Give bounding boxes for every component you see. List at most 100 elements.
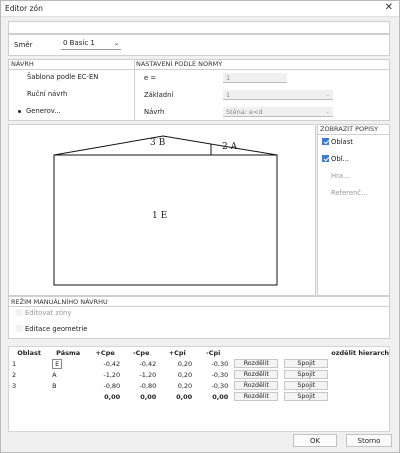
cell-cpi-plus[interactable]: 0,20 xyxy=(159,380,195,391)
radio-label: Ruční návrh xyxy=(27,90,68,98)
zone-label-b: 3 B xyxy=(150,138,166,148)
field-basic-label: Základní xyxy=(144,91,174,99)
cell-hierarchy xyxy=(331,358,389,369)
cell-cpe-plus[interactable]: -1,20 xyxy=(87,369,123,380)
cell-cpe-plus[interactable]: -0,42 xyxy=(87,358,123,369)
split-button[interactable]: Rozdělit xyxy=(234,381,279,390)
split-button[interactable]: Rozdělit xyxy=(234,392,279,401)
roof-line xyxy=(53,135,278,156)
checkbox-edit-zones[interactable]: Editovat zóny xyxy=(16,309,71,317)
cell-cpe-plus[interactable]: -0,80 xyxy=(87,380,123,391)
radio-label: Šablona podle EC-EN xyxy=(27,73,99,81)
cell-hierarchy xyxy=(331,391,389,402)
norm-header: NASTAVENÍ PODLE NORMY xyxy=(136,60,223,68)
cell-merge: Spojit xyxy=(281,358,331,369)
cell-split: Rozdělit xyxy=(231,391,281,402)
cell-merge: Spojit xyxy=(281,369,331,380)
col-header-cpi-minus[interactable]: -Cpi xyxy=(195,347,231,358)
radio-template-ec[interactable]: Šablona podle EC-EN xyxy=(17,73,98,81)
cell-cpi-minus[interactable]: -0,30 xyxy=(195,358,231,369)
checkbox-unchecked xyxy=(16,325,23,332)
radio-dot xyxy=(17,74,23,80)
cell-merge: Spojit xyxy=(281,380,331,391)
col-header-split[interactable] xyxy=(231,347,281,358)
total-cpi-minus: 0,00 xyxy=(212,392,229,401)
col-header-oblast[interactable]: Oblast xyxy=(9,347,49,358)
merge-button[interactable]: Spojit xyxy=(284,381,329,390)
cancel-button[interactable]: Storno xyxy=(346,434,392,447)
direction-label: Směr xyxy=(14,41,33,49)
col-header-cpe-minus[interactable]: -Cpe xyxy=(123,347,159,358)
field-design-label: Návrh xyxy=(144,108,165,116)
cell-empty xyxy=(9,391,49,402)
field-e-input[interactable]: 1 xyxy=(223,73,287,83)
checkbox-oblast[interactable]: Oblast xyxy=(322,138,353,146)
field-design-select[interactable]: Stěna: e<d ⌄ xyxy=(223,107,333,117)
cell-pasmo[interactable]: E xyxy=(49,358,87,369)
ok-button[interactable]: OK xyxy=(293,434,337,447)
checkbox-hra[interactable]: Hra... xyxy=(322,172,350,180)
merge-button[interactable]: Spojit xyxy=(284,370,329,379)
table-row[interactable]: 1 E -0,42 -0,42 0,20 -0,30 Rozdělit Spoj… xyxy=(9,358,389,369)
field-e-label: e = xyxy=(144,74,157,82)
col-header-pasma[interactable]: Pásma xyxy=(49,347,87,358)
cell-pasmo-editor[interactable]: E xyxy=(52,358,63,369)
merge-button[interactable]: Spojit xyxy=(284,392,329,401)
checkbox-obl[interactable]: Obl... xyxy=(322,155,349,163)
cell-split: Rozdělit xyxy=(231,369,281,380)
radio-manual-design[interactable]: Ruční návrh xyxy=(17,90,67,98)
checkbox-label: Hra... xyxy=(331,172,350,180)
zone-editor-window: Editor zón ✕ Směr 0 Basic 1 ⌄ NÁVRH NAST… xyxy=(0,0,400,453)
manual-header: REŽIM MANUÁLNÍHO NÁVRHU xyxy=(11,298,108,306)
split-button[interactable]: Rozdělit xyxy=(234,370,279,379)
cell-cpi-plus[interactable]: 0,20 xyxy=(159,369,195,380)
close-icon[interactable]: ✕ xyxy=(385,2,393,13)
checkbox-unchecked xyxy=(16,309,23,316)
col-header-hierarchy[interactable]: ozdělit hierarch xyxy=(331,347,389,358)
cell-cpe-minus[interactable]: -1,20 xyxy=(123,369,159,380)
field-design-value: Stěna: e<d xyxy=(226,108,263,116)
chevron-down-icon: ⌄ xyxy=(113,40,119,47)
divider xyxy=(9,306,389,307)
table-totals-row: 0,00 0,00 0,00 0,00 Rozdělit Spojit xyxy=(9,391,389,402)
col-header-cpi-plus[interactable]: +Cpi xyxy=(159,347,195,358)
zone-label-a: 2 A xyxy=(222,142,238,152)
checkbox-edit-geometry[interactable]: Editace geometrie xyxy=(16,325,87,333)
col-header-cpe-plus[interactable]: +Cpe xyxy=(87,347,123,358)
total-cpi-plus: 0,00 xyxy=(176,392,193,401)
checkbox-label: Oblast xyxy=(331,138,353,146)
checkbox-label: Editace geometrie xyxy=(25,325,88,333)
field-basic-select[interactable]: 1 ⌄ xyxy=(223,90,333,100)
cell-pasmo[interactable]: B xyxy=(49,380,87,391)
checkbox-unchecked xyxy=(322,189,329,196)
divider xyxy=(9,69,389,70)
checkbox-checked xyxy=(322,138,329,145)
cell-cpi-plus[interactable]: 0,20 xyxy=(159,358,195,369)
radio-generate[interactable]: Generov... xyxy=(17,107,61,115)
direction-select[interactable]: 0 Basic 1 ⌄ xyxy=(61,38,121,50)
merge-button[interactable]: Spojit xyxy=(284,359,329,368)
cell-cpi-minus[interactable]: -0,30 xyxy=(195,380,231,391)
cell-hierarchy xyxy=(331,369,389,380)
split-button[interactable]: Rozdělit xyxy=(234,359,279,368)
zone-drawing xyxy=(53,135,278,286)
total-cpe-plus: 0,00 xyxy=(104,392,121,401)
table-row[interactable]: 3 B -0,80 -0,80 0,20 -0,30 Rozdělit Spoj… xyxy=(9,380,389,391)
zone-drawing-panel[interactable]: 3 B 2 A 1 E xyxy=(8,124,316,296)
chevron-down-icon: ⌄ xyxy=(325,109,330,115)
cell-cpi-minus[interactable]: -0,30 xyxy=(195,369,231,380)
col-header-merge[interactable] xyxy=(281,347,331,358)
show-labels-panel xyxy=(317,124,390,296)
zones-table: Oblast Pásma +Cpe -Cpe +Cpi -Cpi ozdělit… xyxy=(8,346,390,432)
checkbox-checked xyxy=(322,155,329,162)
checkbox-reference[interactable]: Referenč... xyxy=(322,189,368,197)
cell-pasmo[interactable]: A xyxy=(49,369,87,380)
table-row[interactable]: 2 A -1,20 -1,20 0,20 -0,30 Rozdělit Spoj… xyxy=(9,369,389,380)
title-bar: Editor zón ✕ xyxy=(1,1,399,17)
cell-cpe-minus[interactable]: -0,42 xyxy=(123,358,159,369)
cell-split: Rozdělit xyxy=(231,358,281,369)
radio-dot xyxy=(17,91,23,97)
cell-cpe-minus[interactable]: -0,80 xyxy=(123,380,159,391)
chevron-down-icon: ⌄ xyxy=(325,92,330,98)
top-strip xyxy=(8,21,390,34)
